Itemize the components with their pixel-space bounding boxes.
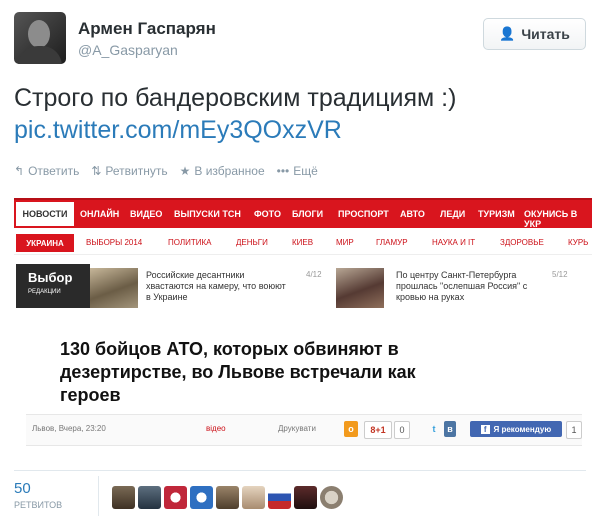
nav-main-item: ВИДЕО xyxy=(130,209,163,219)
retweet-icon: ⇅ xyxy=(91,164,102,178)
news-counter: 5/12 xyxy=(552,270,568,279)
retweeter-avatar[interactable] xyxy=(138,486,161,509)
site-sub-nav: УКРАИНА ВЫБОРЫ 2014 ПОЛИТИКА ДЕНЬГИ КИЕВ… xyxy=(14,232,592,255)
retweeter-avatar[interactable] xyxy=(190,486,213,509)
nav-main-item: ПРОСПОРТ xyxy=(338,209,389,219)
nav-main-item: ЛЕДИ xyxy=(440,209,466,219)
reply-action[interactable]: ↰ Ответить xyxy=(14,164,79,178)
editors-choice-title: Выбор xyxy=(28,270,73,285)
article-date: Львов, Вчера, 23:20 xyxy=(32,424,106,433)
news-thumbnail[interactable] xyxy=(90,268,138,308)
reply-icon: ↰ xyxy=(14,164,25,178)
nav-main-item: ВЫПУСКИ ТСН xyxy=(174,209,241,219)
print-link[interactable]: Друкувати xyxy=(278,424,316,433)
retweeter-avatar[interactable] xyxy=(112,486,135,509)
editors-choice-subtitle: РЕДАКЦИИ xyxy=(28,289,61,295)
add-user-icon: 👤 xyxy=(499,26,516,41)
nav-sub-item: НАУКА И IT xyxy=(432,238,476,247)
retweeter-avatars xyxy=(112,486,343,509)
author-handle[interactable]: @A_Gasparyan xyxy=(78,42,178,58)
nav-main-item: ТУРИЗМ xyxy=(478,209,515,219)
recommend-count: 1 xyxy=(566,421,582,439)
retweeter-avatar[interactable] xyxy=(242,486,265,509)
nav-main-item-active: НОВОСТИ xyxy=(16,202,74,226)
nav-sub-item: МИР xyxy=(336,238,354,247)
nav-sub-item: ДЕНЬГИ xyxy=(236,238,268,247)
embedded-image[interactable]: НОВОСТИ ОНЛАЙН ВИДЕО ВЫПУСКИ ТСН ФОТО БЛ… xyxy=(14,192,592,452)
retweeter-avatar[interactable] xyxy=(216,486,239,509)
nav-sub-item: ВЫБОРЫ 2014 xyxy=(86,238,143,247)
more-label: Ещё xyxy=(293,164,318,178)
article-headline[interactable]: 130 бойцов АТО, которых обвиняют в дезер… xyxy=(60,338,470,407)
nav-main-item: ОКУНИСЬ В УКР xyxy=(524,209,578,229)
favorite-action[interactable]: ★ В избранное xyxy=(180,164,265,178)
facebook-recommend-button[interactable]: f Я рекомендую xyxy=(470,421,562,437)
article-meta-bar: Львов, Вчера, 23:20 відео Друкувати о 8+… xyxy=(26,414,582,446)
site-main-nav: НОВОСТИ ОНЛАЙН ВИДЕО ВЫПУСКИ ТСН ФОТО БЛ… xyxy=(14,198,592,229)
news-counter: 4/12 xyxy=(306,270,322,279)
vk-icon[interactable]: в xyxy=(444,421,456,437)
recommend-label: Я рекомендую xyxy=(493,424,552,434)
editors-choice-badge: Выбор РЕДАКЦИИ xyxy=(16,264,90,308)
separator xyxy=(98,476,99,516)
favorite-label: В избранное xyxy=(194,164,265,178)
more-action[interactable]: ••• Ещё xyxy=(277,164,318,178)
retweeter-avatar[interactable] xyxy=(320,486,343,509)
follow-button-label: Читать xyxy=(521,26,570,42)
retweet-count[interactable]: 50 РЕТВИТОВ xyxy=(14,480,62,510)
facebook-icon: f xyxy=(480,424,490,434)
more-icon: ••• xyxy=(276,164,290,178)
reply-label: Ответить xyxy=(28,164,80,178)
retweet-count-number: 50 xyxy=(14,480,31,497)
retweet-action[interactable]: ⇅ Ретвитнуть xyxy=(91,164,167,178)
gplus-button[interactable]: 8+1 xyxy=(364,421,392,439)
retweet-label: Ретвитнуть xyxy=(105,164,168,178)
news-teaser[interactable]: По центру Санкт-Петербурга прошлась "осл… xyxy=(396,270,546,303)
nav-sub-item: ГЛАМУР xyxy=(376,238,408,247)
tweet-body: Строго по бандеровским традициям :) xyxy=(14,84,457,112)
news-teaser[interactable]: Российские десантники хвастаются на каме… xyxy=(146,270,292,303)
divider xyxy=(14,470,586,471)
nav-sub-item: ПОЛИТИКА xyxy=(168,238,212,247)
nav-sub-item: ЗДОРОВЬЕ xyxy=(500,238,544,247)
nav-main-item: БЛОГИ xyxy=(292,209,324,219)
retweeter-avatar[interactable] xyxy=(164,486,187,509)
nav-sub-item: КУРЬ xyxy=(568,238,589,247)
odnoklassniki-icon[interactable]: о xyxy=(344,421,358,437)
nav-main-item: ОНЛАЙН xyxy=(80,209,120,219)
video-link[interactable]: відео xyxy=(206,424,226,433)
nav-main-item: АВТО xyxy=(400,209,425,219)
retweeter-avatar[interactable] xyxy=(294,486,317,509)
tweet-actions: ↰ Ответить ⇅ Ретвитнуть ★ В избранное ••… xyxy=(14,164,318,178)
retweet-count-label: РЕТВИТОВ xyxy=(14,500,63,510)
tweet-header: Армен Гаспарян @A_Gasparyan 👤 Читать xyxy=(14,12,586,68)
nav-sub-item: КИЕВ xyxy=(292,238,314,247)
retweeter-avatar[interactable] xyxy=(268,486,291,509)
twitter-icon[interactable]: t xyxy=(428,421,440,437)
tweet-media-link[interactable]: pic.twitter.com/mEy3QOxzVR xyxy=(14,114,586,146)
author-name[interactable]: Армен Гаспарян xyxy=(78,19,216,39)
star-icon: ★ xyxy=(179,164,191,178)
author-avatar[interactable] xyxy=(14,12,66,64)
gplus-count: 0 xyxy=(394,421,410,439)
nav-sub-item-active: УКРАИНА xyxy=(16,234,74,252)
follow-button[interactable]: 👤 Читать xyxy=(483,18,586,50)
tweet-text: Строго по бандеровским традициям :) pic.… xyxy=(14,82,586,146)
news-thumbnail[interactable] xyxy=(336,268,384,308)
nav-main-item: ФОТО xyxy=(254,209,281,219)
